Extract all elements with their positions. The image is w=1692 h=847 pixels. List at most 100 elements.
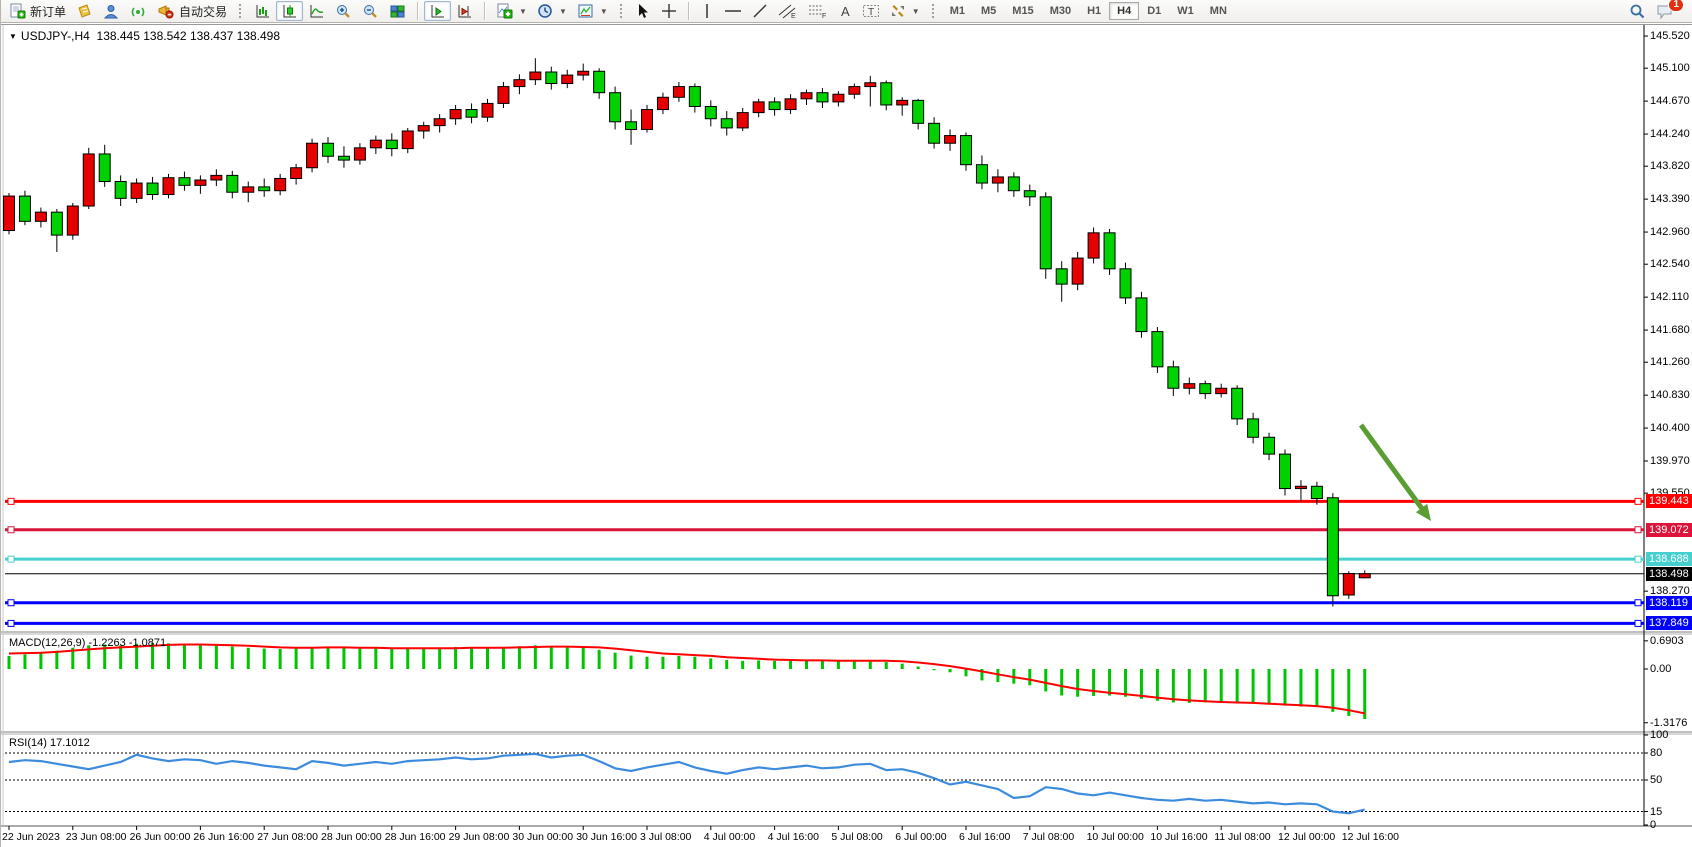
line-chart-button[interactable] bbox=[303, 1, 330, 21]
candlestick bbox=[578, 71, 589, 75]
candlestick bbox=[4, 196, 15, 230]
timeframe-button-m30[interactable]: M30 bbox=[1042, 2, 1079, 20]
time-axis-label: 4 Jul 16:00 bbox=[768, 831, 819, 843]
candlestick bbox=[945, 136, 956, 144]
timeframe-button-m15[interactable]: M15 bbox=[1004, 2, 1041, 20]
new-order-label: 新订单 bbox=[30, 3, 66, 20]
rsi-axis-label: 100 bbox=[1650, 729, 1668, 741]
vertical-line-button[interactable] bbox=[695, 1, 719, 21]
line-handle[interactable] bbox=[1635, 620, 1641, 626]
timeframe-button-mn[interactable]: MN bbox=[1202, 2, 1235, 20]
timeframe-button-h4[interactable]: H4 bbox=[1109, 2, 1139, 20]
line-handle[interactable] bbox=[1635, 498, 1641, 504]
price-axis-label: 141.680 bbox=[1650, 324, 1692, 336]
profile-button[interactable] bbox=[98, 1, 125, 21]
line-handle[interactable] bbox=[1635, 556, 1641, 562]
zoom-out-button[interactable] bbox=[357, 1, 384, 21]
candlestick bbox=[769, 102, 780, 110]
candlestick bbox=[1072, 258, 1083, 284]
candle-chart-button[interactable] bbox=[276, 1, 303, 21]
arrows-button[interactable]: ▼ bbox=[885, 1, 925, 21]
candlestick bbox=[562, 75, 573, 83]
timeframe-button-d1[interactable]: D1 bbox=[1139, 2, 1169, 20]
new-order-button[interactable]: 新订单 bbox=[4, 1, 71, 21]
candlestick bbox=[897, 100, 908, 105]
crosshair-button[interactable] bbox=[656, 1, 682, 21]
candlestick bbox=[530, 72, 541, 80]
candlestick bbox=[99, 154, 110, 182]
chat-button[interactable]: 1 bbox=[1651, 1, 1679, 21]
candlestick bbox=[147, 183, 158, 194]
timeframe-button-w1[interactable]: W1 bbox=[1169, 2, 1202, 20]
auto-scroll-button[interactable] bbox=[424, 1, 451, 21]
chart-canvas[interactable] bbox=[1, 25, 1692, 847]
trendline-button[interactable] bbox=[747, 1, 773, 21]
search-button[interactable] bbox=[1624, 1, 1651, 21]
candlestick bbox=[434, 119, 445, 126]
chat-badge: 1 bbox=[1668, 0, 1684, 12]
time-axis-label: 27 Jun 08:00 bbox=[257, 831, 318, 843]
periods-button[interactable]: ▼ bbox=[532, 1, 572, 21]
line-handle[interactable] bbox=[1635, 600, 1641, 606]
candlestick bbox=[1248, 419, 1259, 437]
candlestick bbox=[259, 187, 270, 191]
bar-chart-button[interactable] bbox=[249, 1, 276, 21]
time-axis-label: 5 Jul 08:00 bbox=[831, 831, 882, 843]
market-watch-button[interactable] bbox=[71, 1, 98, 21]
zoom-in-button[interactable] bbox=[330, 1, 357, 21]
indicators-button[interactable]: ▼ bbox=[491, 1, 532, 21]
line-chart-icon bbox=[308, 3, 325, 20]
macd-axis-label: -1.3176 bbox=[1650, 717, 1687, 729]
candlestick bbox=[51, 212, 62, 235]
candlestick bbox=[386, 140, 397, 148]
candlestick bbox=[721, 119, 732, 128]
chevron-down-icon: ▼ bbox=[519, 7, 527, 16]
tile-windows-button[interactable] bbox=[384, 1, 411, 21]
market-watch-icon bbox=[76, 3, 93, 20]
text-label-button[interactable]: T bbox=[857, 1, 885, 21]
horizontal-line-button[interactable] bbox=[719, 1, 747, 21]
candlestick bbox=[1327, 498, 1338, 596]
candlestick bbox=[673, 87, 684, 98]
candlestick bbox=[833, 94, 844, 102]
candlestick bbox=[211, 175, 222, 180]
chevron-down-icon: ▼ bbox=[559, 7, 567, 16]
candlestick bbox=[1343, 574, 1354, 595]
signal-button[interactable] bbox=[125, 1, 152, 21]
templates-button[interactable]: ▼ bbox=[572, 1, 613, 21]
chart-shift-icon bbox=[456, 3, 473, 20]
candlestick bbox=[881, 83, 892, 105]
timeframe-button-m5[interactable]: M5 bbox=[973, 2, 1004, 20]
toolbar-separator bbox=[688, 2, 689, 20]
line-handle[interactable] bbox=[8, 527, 14, 533]
time-axis-label: 7 Jul 08:00 bbox=[1023, 831, 1074, 843]
candlestick bbox=[1359, 574, 1370, 578]
equidistant-channel-button[interactable]: E bbox=[773, 1, 803, 21]
line-handle[interactable] bbox=[8, 620, 14, 626]
candlestick bbox=[1056, 269, 1067, 284]
candlestick bbox=[1040, 197, 1051, 269]
cursor-button[interactable] bbox=[630, 1, 656, 21]
fibonacci-button[interactable]: F bbox=[803, 1, 833, 21]
line-handle[interactable] bbox=[8, 556, 14, 562]
candlestick bbox=[67, 206, 78, 235]
candlestick bbox=[1184, 384, 1195, 389]
candlestick bbox=[402, 131, 413, 149]
line-handle[interactable] bbox=[8, 498, 14, 504]
toolbar-grip bbox=[619, 3, 624, 19]
price-axis-label: 140.830 bbox=[1650, 389, 1692, 401]
autotrading-button[interactable]: 自动交易 bbox=[152, 1, 232, 21]
price-level-label-139.072: 139.072 bbox=[1646, 523, 1692, 537]
candlestick bbox=[227, 175, 238, 192]
candlestick bbox=[817, 93, 828, 102]
text-button[interactable]: A bbox=[833, 1, 857, 21]
price-level-label-137.849: 137.849 bbox=[1646, 616, 1692, 630]
chart-shift-button[interactable] bbox=[451, 1, 478, 21]
timeframe-button-m1[interactable]: M1 bbox=[942, 2, 973, 20]
line-handle[interactable] bbox=[1635, 527, 1641, 533]
price-level-label-138.119: 138.119 bbox=[1646, 596, 1692, 610]
candlestick bbox=[1168, 367, 1179, 388]
line-handle[interactable] bbox=[8, 600, 14, 606]
time-axis-label: 12 Jul 16:00 bbox=[1342, 831, 1399, 843]
timeframe-button-h1[interactable]: H1 bbox=[1079, 2, 1109, 20]
